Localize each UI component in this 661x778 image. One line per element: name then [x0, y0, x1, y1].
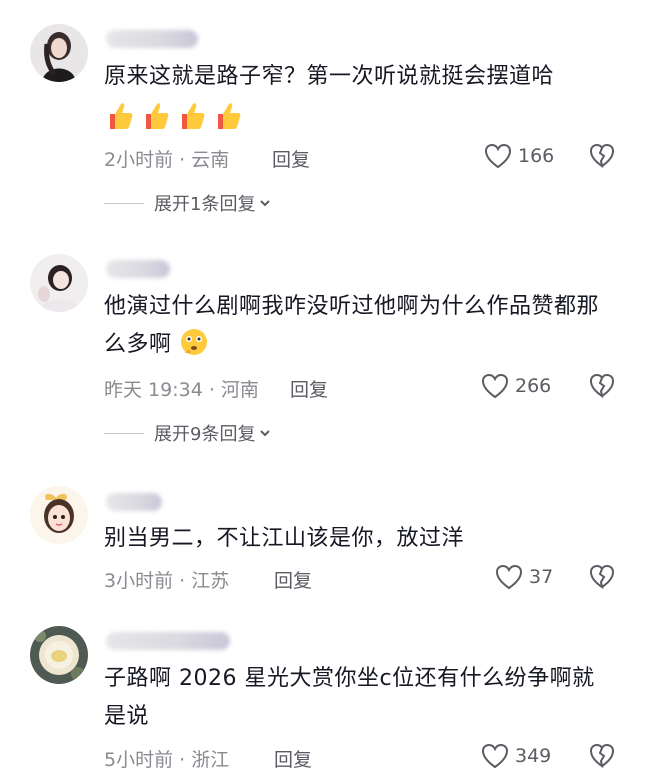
username-blurred[interactable] [106, 493, 162, 511]
broken-heart-icon[interactable] [589, 373, 615, 399]
avatar[interactable] [30, 24, 88, 82]
divider [104, 202, 144, 204]
chevron-down-icon [260, 200, 271, 207]
expand-replies-label: 展开1条回复 [154, 194, 256, 215]
expand-replies-button[interactable]: 展开9条回复 [104, 420, 271, 446]
heart-icon [484, 143, 512, 169]
like-count: 349 [515, 745, 552, 767]
reply-button[interactable]: 回复 [272, 145, 310, 172]
username-blurred[interactable] [106, 30, 198, 48]
like-button[interactable]: 266 [481, 373, 551, 399]
reply-button[interactable]: 回复 [274, 566, 312, 593]
heart-icon [495, 564, 523, 590]
like-count: 166 [518, 145, 555, 167]
heart-icon [481, 373, 509, 399]
reply-button[interactable]: 回复 [290, 375, 328, 402]
broken-heart-icon[interactable] [589, 143, 615, 169]
comment-text: 别当男二，不让江山该是你，放过洋 [104, 526, 465, 551]
divider [104, 432, 144, 434]
comment-meta: 5小时前 · 浙江 [104, 749, 230, 771]
comment-meta: 3小时前 · 江苏 [104, 570, 230, 592]
chevron-down-icon [260, 430, 271, 437]
reply-button[interactable]: 回复 [274, 745, 312, 772]
comment-text: 他演过什么剧啊我咋没听过他啊为什么作品赞都那么多啊 [104, 288, 614, 364]
thumbs-up-icon [182, 103, 205, 129]
comment-meta: 昨天 19:34 · 河南 [104, 379, 259, 401]
broken-heart-icon[interactable] [589, 743, 615, 769]
avatar[interactable] [30, 254, 88, 312]
expand-replies-label: 展开9条回复 [154, 424, 256, 445]
thinking-face-icon [181, 329, 208, 355]
broken-heart-icon[interactable] [589, 564, 615, 590]
comment-meta: 2小时前 · 云南 [104, 149, 230, 171]
comment-text: 原来这就是路子窄？第一次听说就挺会摆道哈 [104, 64, 555, 89]
like-button[interactable]: 37 [495, 564, 553, 590]
thumbs-up-icon [146, 103, 169, 129]
like-button[interactable]: 349 [481, 743, 551, 769]
emoji-row [104, 100, 244, 134]
username-blurred[interactable] [106, 632, 230, 650]
like-count: 266 [515, 375, 552, 397]
avatar[interactable] [30, 626, 88, 684]
expand-replies-button[interactable]: 展开1条回复 [104, 190, 271, 216]
comment-text: 子路啊 2026 星光大赏你坐c位还有什么纷争啊就是说 [104, 666, 595, 729]
heart-icon [481, 743, 509, 769]
thumbs-up-icon [110, 103, 133, 129]
thumbs-up-icon [218, 103, 241, 129]
like-count: 37 [529, 566, 554, 588]
avatar[interactable] [30, 486, 88, 544]
like-button[interactable]: 166 [484, 143, 554, 169]
username-blurred[interactable] [106, 260, 170, 278]
